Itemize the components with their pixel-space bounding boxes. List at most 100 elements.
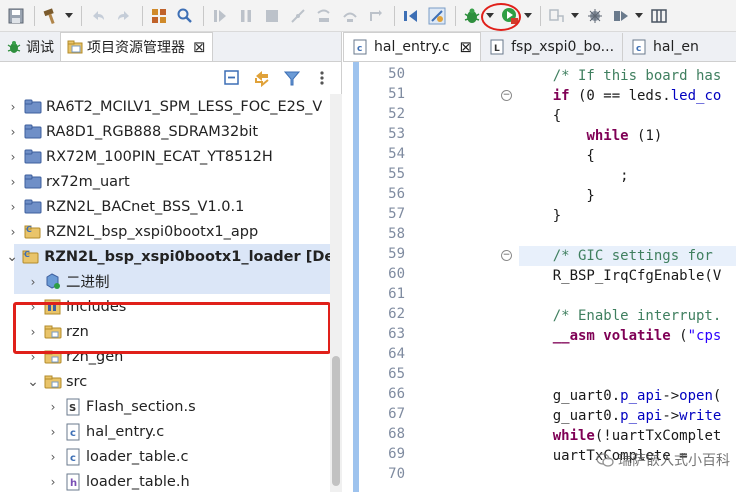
chevron-right-icon[interactable]: › bbox=[6, 225, 20, 239]
code-token: /* GIC settings for bbox=[519, 248, 722, 264]
code-line: } bbox=[519, 206, 561, 226]
chevron-right-icon[interactable]: › bbox=[6, 150, 20, 164]
view-menu-icon[interactable] bbox=[310, 66, 334, 90]
stop-icon[interactable] bbox=[260, 4, 284, 28]
build-dropdown[interactable] bbox=[65, 4, 73, 28]
tree-item[interactable]: › Includes bbox=[26, 294, 330, 319]
source-folder-icon bbox=[44, 348, 62, 366]
line-number: 53 bbox=[388, 126, 405, 142]
hammer-build-icon[interactable] bbox=[39, 4, 63, 28]
suspend-icon[interactable] bbox=[234, 4, 258, 28]
line-number: 60 bbox=[388, 266, 405, 282]
h-file-icon: h bbox=[64, 473, 82, 491]
debug-config-icon[interactable] bbox=[425, 4, 449, 28]
tree-item[interactable]: › h loader_table.h bbox=[46, 469, 330, 492]
tab-debug[interactable]: 调试 bbox=[0, 33, 60, 61]
explorer-scrollbar[interactable] bbox=[330, 94, 342, 492]
run-dropdown[interactable] bbox=[524, 4, 532, 28]
line-number: 51 bbox=[388, 86, 405, 102]
tab-project-explorer[interactable]: 项目资源管理器 ⊠ bbox=[60, 32, 213, 61]
filter-icon[interactable] bbox=[280, 66, 304, 90]
editor-tab-hal-entry[interactable]: c hal_entry.c ⊠ bbox=[343, 32, 482, 61]
code-token: (1) bbox=[628, 128, 663, 144]
editor-tab-label: hal_en bbox=[653, 39, 699, 55]
editor-tab-fsp-xspi0[interactable]: L fsp_xspi0_bo... bbox=[481, 33, 624, 61]
tree-item[interactable]: ⌄ src bbox=[26, 369, 330, 394]
tree-item-label: rzn bbox=[66, 323, 89, 340]
explorer-scrollbar-thumb[interactable] bbox=[332, 356, 340, 486]
grid-icon[interactable] bbox=[147, 4, 171, 28]
close-icon[interactable]: ⊠ bbox=[460, 38, 473, 56]
chevron-right-icon[interactable]: › bbox=[46, 450, 60, 464]
chevron-right-icon[interactable]: › bbox=[46, 475, 60, 489]
tree-item[interactable]: › RA6T2_MCILV1_SPM_LESS_FOC_E2S_V bbox=[6, 94, 330, 119]
overview-ruler[interactable] bbox=[353, 62, 359, 492]
disconnect-icon[interactable] bbox=[286, 4, 310, 28]
chevron-right-icon[interactable]: › bbox=[6, 125, 20, 139]
tree-item[interactable]: › rzn bbox=[26, 319, 330, 344]
chevron-right-icon[interactable]: › bbox=[6, 175, 20, 189]
chevron-right-icon[interactable]: › bbox=[46, 425, 60, 439]
close-icon[interactable]: ⊠ bbox=[193, 38, 206, 56]
chevron-down-icon[interactable]: ⌄ bbox=[6, 250, 18, 264]
terminate-relaunch-icon[interactable] bbox=[609, 4, 633, 28]
project-explorer-icon bbox=[67, 39, 83, 55]
tree-item[interactable]: › S Flash_section.s bbox=[46, 394, 330, 419]
chevron-right-icon[interactable]: › bbox=[6, 100, 20, 114]
profile-icon[interactable] bbox=[545, 4, 569, 28]
chevron-right-icon[interactable]: › bbox=[26, 300, 40, 314]
fold-collapse-icon[interactable]: − bbox=[501, 90, 512, 101]
chevron-right-icon[interactable]: › bbox=[46, 400, 60, 414]
profile-dropdown[interactable] bbox=[571, 4, 579, 28]
step-return-icon[interactable] bbox=[364, 4, 388, 28]
tree-item[interactable]: › RX72M_100PIN_ECAT_YT8512H bbox=[6, 144, 330, 169]
tree-item[interactable]: › rx72m_uart bbox=[6, 169, 330, 194]
code-token: /* Enable interrupt. bbox=[519, 308, 722, 324]
tree-item-label: RZN2L_bsp_xspi0bootx1_loader [Debug] bbox=[44, 248, 330, 265]
svg-text:L: L bbox=[494, 44, 500, 54]
run-icon[interactable] bbox=[498, 4, 522, 28]
tree-item-label: src bbox=[66, 373, 88, 390]
chevron-right-icon[interactable]: › bbox=[26, 275, 40, 289]
tree-item[interactable]: › RZN2L_BACnet_BSS_V1.0.1 bbox=[6, 194, 330, 219]
save-icon[interactable] bbox=[4, 4, 28, 28]
redo-icon[interactable] bbox=[112, 4, 136, 28]
chevron-right-icon[interactable]: › bbox=[6, 200, 20, 214]
tree-item-label: hal_entry.c bbox=[86, 423, 165, 440]
tree-item[interactable]: › 二进制 bbox=[26, 269, 330, 294]
tree-item[interactable]: › c loader_table.c bbox=[46, 444, 330, 469]
fold-collapse-icon[interactable]: − bbox=[501, 250, 512, 261]
link-with-editor-icon[interactable] bbox=[250, 66, 274, 90]
code-token: -> bbox=[662, 408, 680, 424]
resume-icon[interactable] bbox=[208, 4, 232, 28]
window-layout-icon[interactable] bbox=[647, 4, 671, 28]
step-into-icon[interactable] bbox=[312, 4, 336, 28]
c-file-icon: c bbox=[64, 423, 82, 441]
undo-icon[interactable] bbox=[86, 4, 110, 28]
coverage-icon[interactable] bbox=[583, 4, 607, 28]
code-text-area[interactable]: /* If this board has if (0 == leds.led_c… bbox=[519, 62, 736, 492]
search-icon[interactable] bbox=[173, 4, 197, 28]
chevron-right-icon[interactable]: › bbox=[26, 325, 40, 339]
code-token: R_BSP_IrqCfgEnable(V bbox=[519, 268, 722, 284]
debug-dropdown[interactable] bbox=[486, 4, 494, 28]
collapse-all-icon[interactable] bbox=[220, 66, 244, 90]
chevron-down-icon[interactable]: ⌄ bbox=[26, 375, 40, 389]
tree-item[interactable]: › rzn_gen bbox=[26, 344, 330, 369]
tree-item[interactable]: › RA8D1_RGB888_SDRAM32bit bbox=[6, 119, 330, 144]
tree-item[interactable]: › c hal_entry.c bbox=[46, 419, 330, 444]
asm-file-icon: S bbox=[64, 398, 82, 416]
tree-item[interactable]: › C RZN2L_bsp_xspi0bootx1_app bbox=[6, 219, 330, 244]
debug-icon[interactable] bbox=[460, 4, 484, 28]
relaunch-dropdown[interactable] bbox=[635, 4, 643, 28]
tree-item[interactable]: ⌄ C RZN2L_bsp_xspi0bootx1_loader [Debug] bbox=[6, 244, 330, 269]
editor-tab-hal-en[interactable]: c hal_en bbox=[623, 33, 707, 61]
editor-tab-label: fsp_xspi0_bo... bbox=[511, 39, 615, 55]
line-number: 50 bbox=[388, 66, 405, 82]
step-over-icon[interactable] bbox=[338, 4, 362, 28]
code-token: while bbox=[586, 128, 629, 144]
drop-frame-icon[interactable] bbox=[399, 4, 423, 28]
ide-window: 调试 项目资源管理器 ⊠ › RA6T2_MCILV1_SPM_LESS_FOC_… bbox=[0, 0, 736, 492]
line-number: 70 bbox=[388, 466, 405, 482]
chevron-right-icon[interactable]: › bbox=[26, 350, 40, 364]
